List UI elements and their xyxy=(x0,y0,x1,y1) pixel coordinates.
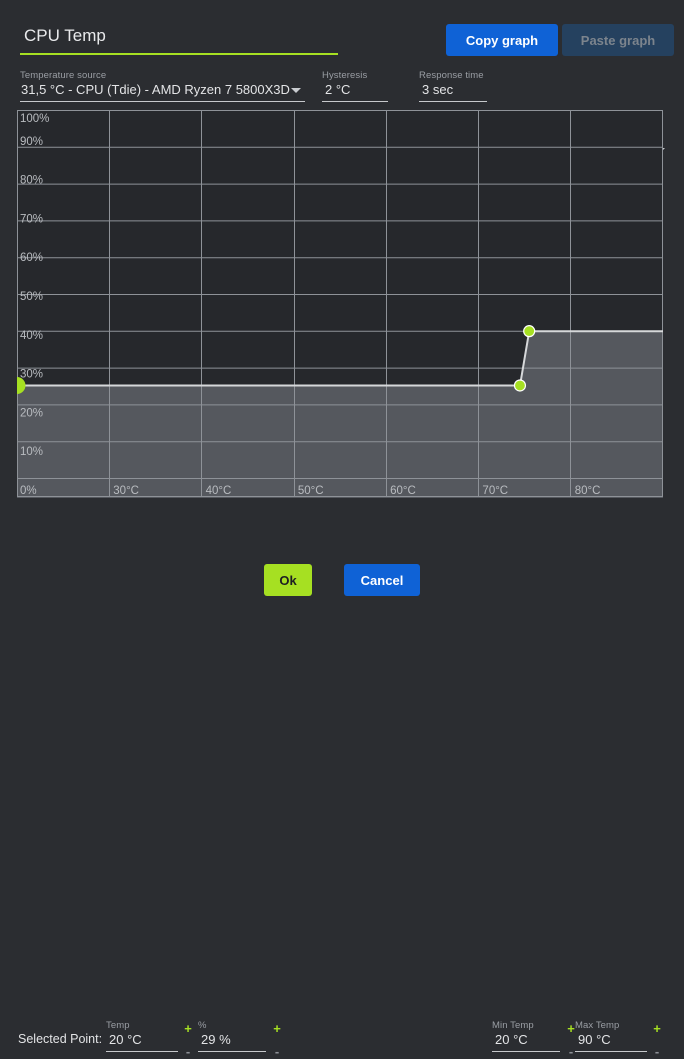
graph-name-input[interactable] xyxy=(20,24,338,55)
selected-point-bar: Selected Point: Temp 20 °C + - % 29 % + … xyxy=(0,508,684,1058)
dialog-header: Copy graph Paste graph xyxy=(0,0,684,62)
max-temp-field: Max Temp 90 °C xyxy=(575,1020,647,1052)
response-time-field: Response time 3 sec xyxy=(419,70,487,102)
min-temp-field: Min Temp 20 °C xyxy=(492,1020,560,1052)
selected-point-temp-decrement-button[interactable]: - xyxy=(182,1045,194,1058)
copy-graph-button[interactable]: Copy graph xyxy=(446,24,558,56)
max-temp-decrement-button[interactable]: - xyxy=(651,1045,663,1058)
temperature-source-label: Temperature source xyxy=(20,70,107,81)
response-time-label: Response time xyxy=(419,70,484,81)
selected-point-percent-input[interactable]: 29 % xyxy=(198,1031,266,1052)
hysteresis-field: Hysteresis 2 °C xyxy=(322,70,388,102)
y-axis-tick-label: 60% xyxy=(20,252,43,264)
y-axis-tick-label: 90% xyxy=(20,136,43,148)
selected-point-percent-label: % xyxy=(198,1020,207,1031)
selected-point-label: Selected Point: xyxy=(18,1032,103,1046)
temperature-source-value: 31,5 °C - CPU (Tdie) - AMD Ryzen 7 5800X… xyxy=(21,82,290,97)
graph-name-field xyxy=(20,24,338,55)
y-axis-tick-label: 20% xyxy=(20,407,43,419)
x-axis-tick-label: 60°C xyxy=(390,485,416,497)
temperature-source-select[interactable]: Temperature source 31,5 °C - CPU (Tdie) … xyxy=(20,70,305,102)
x-axis-tick-label: 70°C xyxy=(482,485,508,497)
cancel-button[interactable]: Cancel xyxy=(344,564,420,596)
hysteresis-input[interactable]: 2 °C xyxy=(322,81,388,102)
x-axis-tick-label: 50°C xyxy=(298,485,324,497)
min-temp-label: Min Temp xyxy=(492,1020,534,1031)
y-axis-tick-label: 100% xyxy=(20,113,49,125)
max-temp-input[interactable]: 90 °C xyxy=(575,1031,647,1052)
y-axis-tick-label: 50% xyxy=(20,291,43,303)
y-axis-tick-label: 0% xyxy=(20,485,37,497)
y-axis-tick-label: 30% xyxy=(20,369,43,381)
max-temp-increment-button[interactable]: + xyxy=(651,1022,663,1035)
max-temp-label: Max Temp xyxy=(575,1020,620,1031)
chevron-down-icon xyxy=(291,88,301,93)
response-time-input[interactable]: 3 sec xyxy=(419,81,487,102)
curve-point[interactable] xyxy=(523,325,536,338)
dialog-footer: Ok Cancel xyxy=(0,562,684,610)
hysteresis-label: Hysteresis xyxy=(322,70,368,81)
selected-point-temp-label: Temp xyxy=(106,1020,130,1031)
selected-point-temp-increment-button[interactable]: + xyxy=(182,1022,194,1035)
min-temp-input[interactable]: 20 °C xyxy=(492,1031,560,1052)
y-axis-tick-label: 80% xyxy=(20,175,43,187)
x-axis-tick-label: 40°C xyxy=(206,485,232,497)
selected-point-percent-field: % 29 % xyxy=(198,1020,266,1052)
y-axis-tick-label: 70% xyxy=(20,213,43,225)
options-row: Temperature source 31,5 °C - CPU (Tdie) … xyxy=(0,66,684,172)
fan-curve-graph[interactable]: 0% 10% 20% 30% 40% 50% 60% 70% 80% 90% 100% 30°C 40… xyxy=(17,110,663,498)
ok-button[interactable]: Ok xyxy=(264,564,312,596)
y-axis-tick-label: 10% xyxy=(20,446,43,458)
curve-point[interactable] xyxy=(513,379,527,392)
selected-point-percent-increment-button[interactable]: + xyxy=(271,1022,283,1035)
selected-point-temp-field: Temp 20 °C xyxy=(106,1020,178,1052)
selected-point-percent-decrement-button[interactable]: - xyxy=(271,1045,283,1058)
paste-graph-button: Paste graph xyxy=(562,24,674,56)
x-axis-tick-label: 80°C xyxy=(575,485,601,497)
selected-point-temp-input[interactable]: 20 °C xyxy=(106,1031,178,1052)
x-axis-tick-label: 30°C xyxy=(113,485,139,497)
y-axis-tick-label: 40% xyxy=(20,330,43,342)
fan-curve-plot[interactable]: 0% 10% 20% 30% 40% 50% 60% 70% 80% 90% 100% 30°C 40… xyxy=(17,110,663,498)
